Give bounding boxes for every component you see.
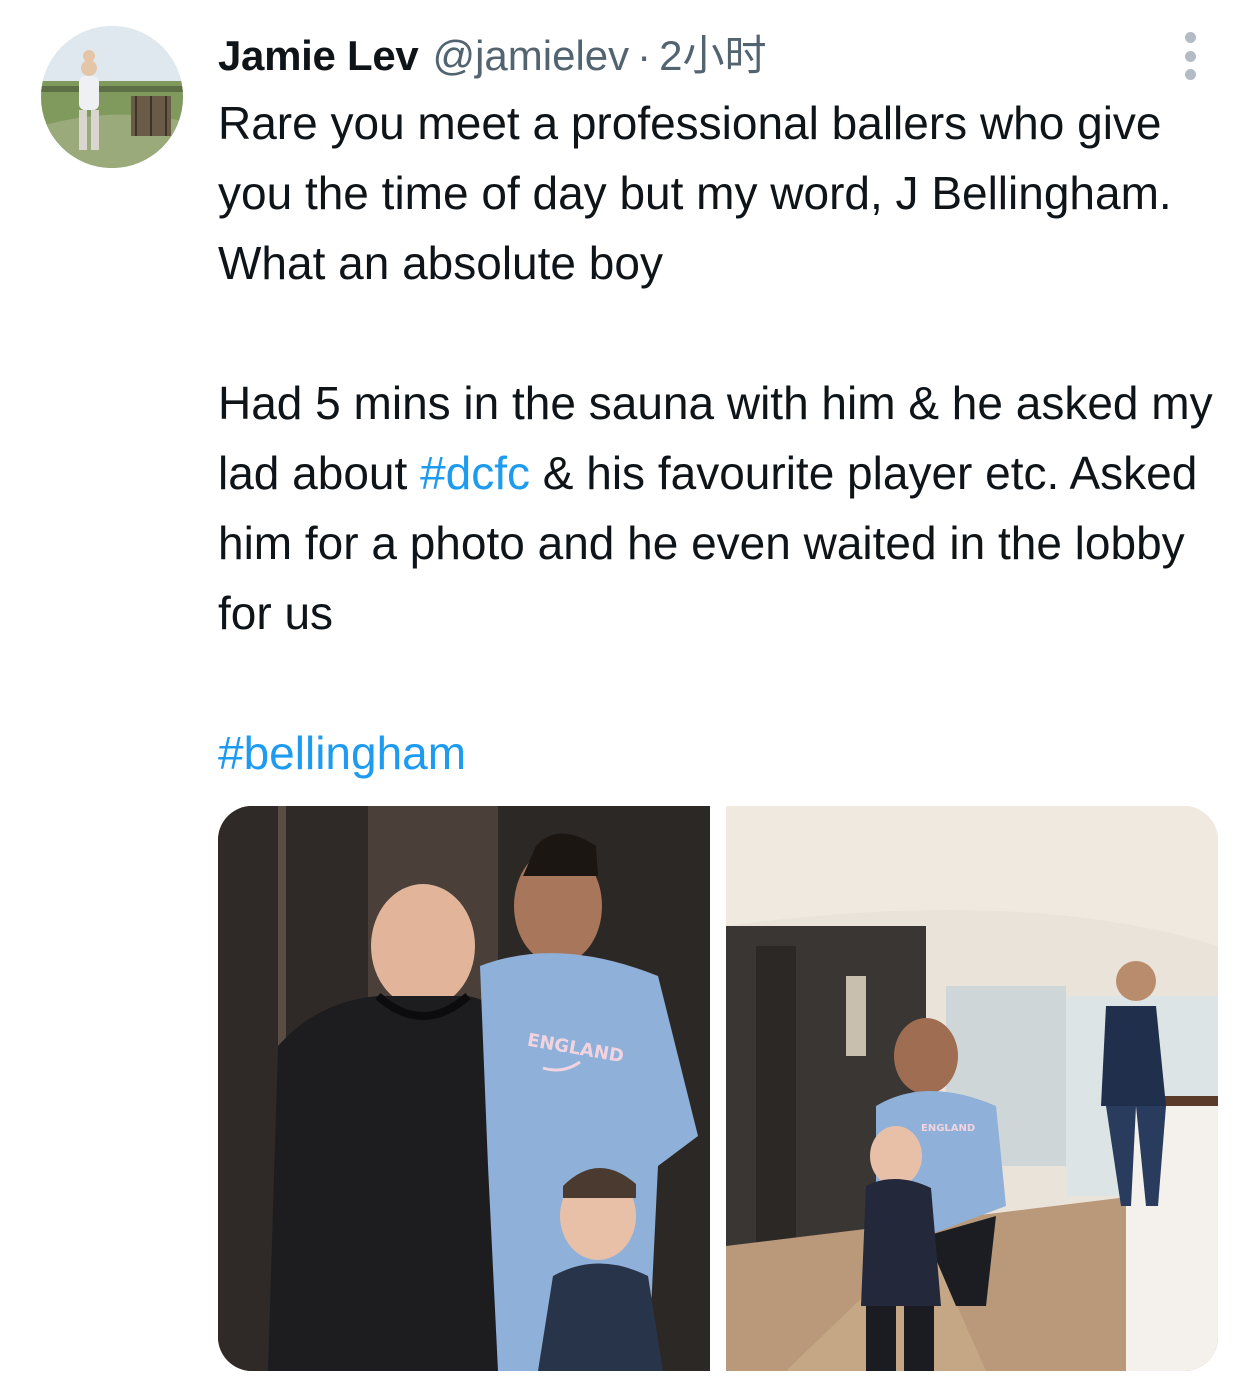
tweet[interactable]: Jamie Lev @jamielev · 2小时 Rare you meet … [0,0,1260,1383]
tweet-paragraph-1: Rare you meet a professional ballers who… [218,97,1172,289]
media-grid: ENGLAND ENGLAND [218,806,1218,1371]
avatar[interactable] [41,26,183,168]
tweet-paragraph-3: #bellingham [218,718,1218,788]
photo-2-shirt-text: ENGLAND [921,1123,975,1134]
hashtag-bellingham[interactable]: #bellingham [218,727,466,779]
tweet-text: Rare you meet a professional ballers who… [218,88,1218,788]
hashtag-dcfc[interactable]: #dcfc [420,447,530,499]
more-vertical-icon[interactable] [1176,32,1204,80]
tweet-paragraph-2: Had 5 mins in the sauna with him & he as… [218,368,1218,648]
separator-dot: · [637,32,652,79]
display-name[interactable]: Jamie Lev [218,32,419,80]
timestamp[interactable]: 2小时 [659,22,766,83]
photo-2[interactable]: ENGLAND [726,806,1218,1371]
tweet-header: Jamie Lev @jamielev · 2小时 [218,22,767,80]
photo-1[interactable]: ENGLAND [218,806,710,1371]
handle[interactable]: @jamielev [432,32,629,80]
